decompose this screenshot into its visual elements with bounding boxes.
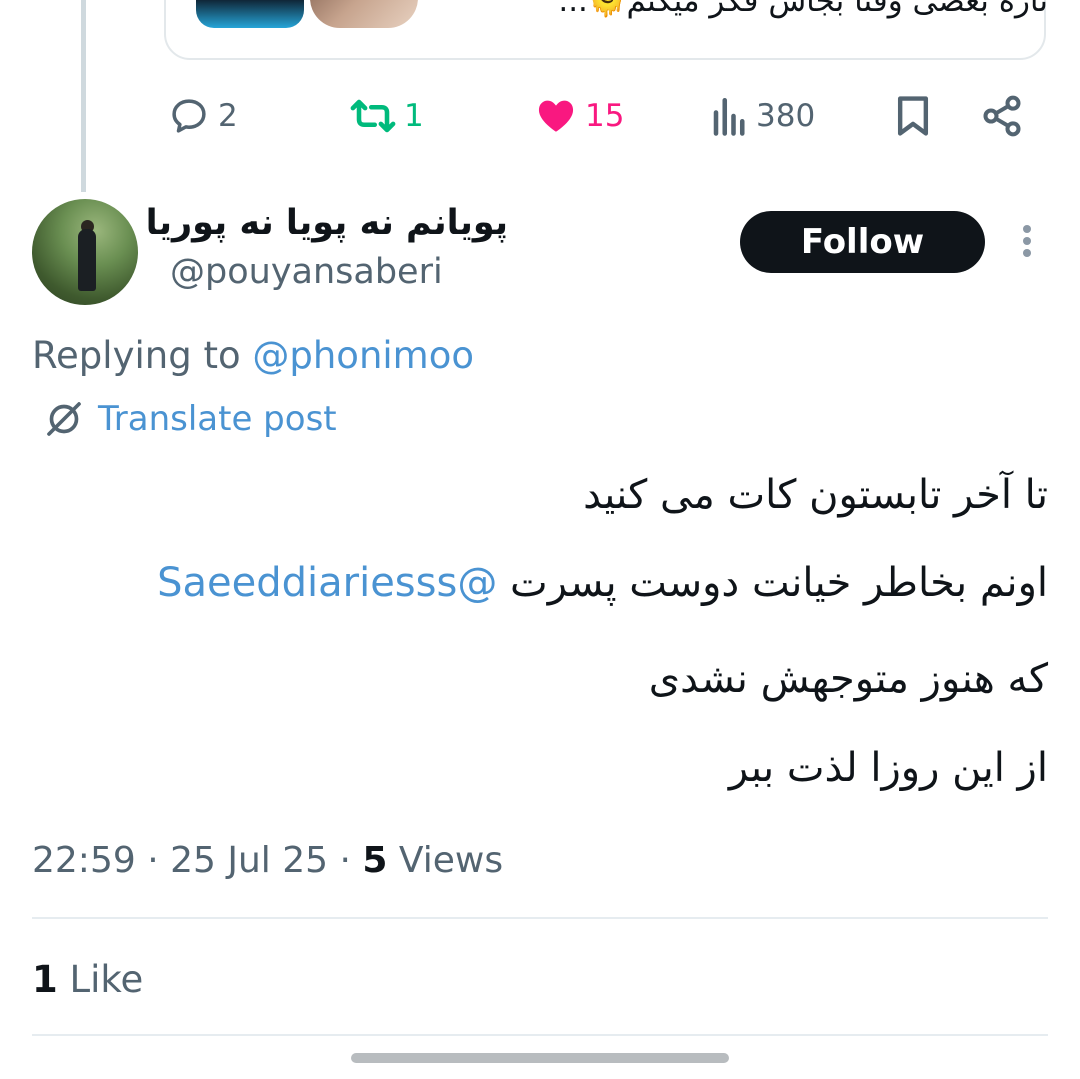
likes-summary[interactable]: 1 Like: [32, 958, 143, 1001]
translate-post-link[interactable]: Translate post: [44, 398, 337, 440]
heart-icon: [538, 100, 574, 132]
likes-summary-count: 1: [32, 958, 58, 1001]
avatar[interactable]: [32, 199, 138, 305]
post-mention-link[interactable]: @Saeeddiariesss: [157, 560, 497, 606]
share-button[interactable]: [980, 94, 1024, 138]
repost-icon: [350, 99, 396, 133]
post-views-count: 5: [362, 840, 388, 881]
share-icon: [983, 95, 1021, 137]
post-text-line: که هنوز متوجهش نشدی: [648, 656, 1048, 702]
post-views-label: Views: [398, 840, 504, 881]
analytics-icon: [713, 97, 745, 136]
divider: [32, 917, 1048, 919]
home-indicator[interactable]: [351, 1053, 729, 1063]
views-count: 380: [756, 98, 816, 134]
thread-connector-line: [81, 0, 86, 192]
post-text-line: اونم بخاطر خیانت دوست پسرت: [510, 560, 1048, 606]
likes-summary-label: Like: [69, 958, 144, 1001]
reply-button[interactable]: 2: [168, 94, 238, 138]
quoted-post-text: تازه بعضی وقتا بجاش فکر میکنم🫠...: [558, 0, 1048, 19]
post-text-line: از این روزا لذت ببر: [728, 745, 1048, 791]
repost-count: 1: [404, 98, 424, 134]
quoted-post-thumbnail[interactable]: [196, 0, 304, 28]
avatar-figure-body: [78, 229, 96, 291]
reply-icon: [172, 99, 206, 133]
follow-button[interactable]: Follow: [740, 211, 985, 273]
divider: [32, 1034, 1048, 1036]
reply-count: 2: [218, 98, 238, 134]
repost-button[interactable]: 1: [350, 94, 424, 138]
like-count: 15: [585, 98, 625, 134]
views-button[interactable]: 380: [712, 94, 815, 138]
bookmark-button[interactable]: [893, 94, 933, 138]
post-text-line-with-mention: اونم بخاطر خیانت دوست پسرت @Saeeddiaries…: [157, 560, 1048, 606]
post-time[interactable]: 22:59: [32, 840, 136, 881]
more-options-icon[interactable]: [1017, 221, 1037, 261]
author-handle[interactable]: @pouyansaberi: [170, 252, 443, 292]
replying-to: Replying to @phonimoo: [32, 334, 474, 377]
bookmark-icon: [897, 96, 929, 136]
author-display-name[interactable]: پویانم نه پویا نه پوریا: [146, 203, 508, 243]
replying-to-mention[interactable]: @phonimoo: [252, 334, 474, 377]
translate-icon: [47, 402, 81, 436]
like-button[interactable]: 15: [535, 94, 624, 138]
translate-label: Translate post: [98, 399, 337, 439]
post-date[interactable]: 25 Jul 25: [170, 840, 328, 881]
post-meta: 22:59 · 25 Jul 25 · 5 Views: [32, 840, 504, 881]
post-text-line: تا آخر تابستون کات می کنید: [583, 472, 1048, 518]
replying-to-label: Replying to: [32, 334, 241, 377]
quoted-post-thumbnail[interactable]: [310, 0, 418, 28]
